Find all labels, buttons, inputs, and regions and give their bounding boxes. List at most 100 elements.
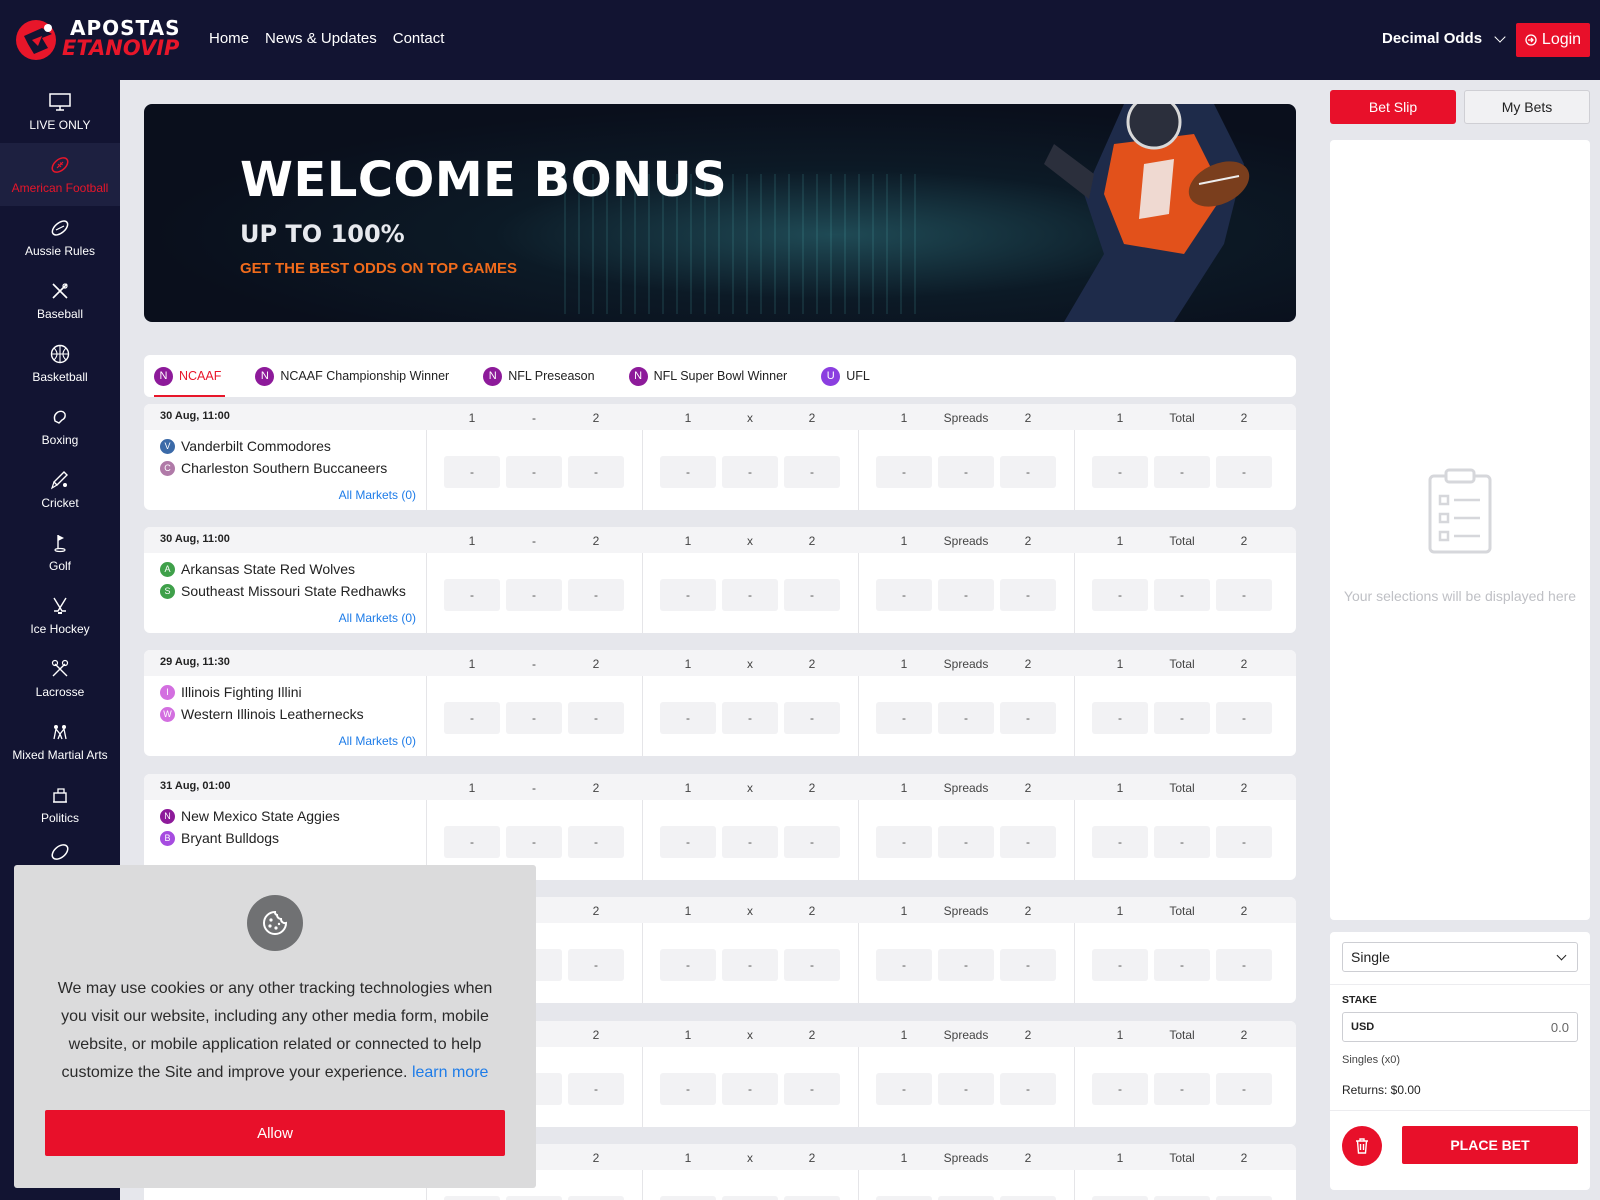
sidebar-item-mixed-martial-arts[interactable]: Mixed Martial Arts: [0, 710, 120, 773]
odds-button[interactable]: -: [506, 702, 562, 734]
odds-format-dropdown[interactable]: Decimal Odds: [1382, 30, 1506, 47]
odds-button[interactable]: -: [722, 1196, 778, 1200]
odds-button[interactable]: -: [876, 456, 932, 488]
odds-button[interactable]: -: [938, 702, 994, 734]
odds-button[interactable]: -: [444, 1196, 500, 1200]
odds-button[interactable]: -: [876, 702, 932, 734]
allow-cookies-button[interactable]: Allow: [45, 1110, 505, 1156]
odds-button[interactable]: -: [938, 456, 994, 488]
odds-button[interactable]: -: [784, 456, 840, 488]
team-away[interactable]: C Charleston Southern Buccaneers: [160, 460, 387, 476]
odds-button[interactable]: -: [1092, 456, 1148, 488]
odds-button[interactable]: -: [444, 579, 500, 611]
odds-button[interactable]: -: [1216, 826, 1272, 858]
clear-bets-button[interactable]: [1342, 1126, 1382, 1166]
odds-button[interactable]: -: [1216, 1196, 1272, 1200]
odds-button[interactable]: -: [938, 1073, 994, 1105]
odds-button[interactable]: -: [1216, 456, 1272, 488]
odds-button[interactable]: -: [506, 579, 562, 611]
odds-button[interactable]: -: [1216, 1073, 1272, 1105]
tab-ncaaf[interactable]: N NCAAF: [154, 355, 239, 397]
odds-button[interactable]: -: [660, 702, 716, 734]
odds-button[interactable]: -: [1154, 949, 1210, 981]
odds-button[interactable]: -: [660, 949, 716, 981]
odds-button[interactable]: -: [1092, 949, 1148, 981]
odds-button[interactable]: -: [722, 579, 778, 611]
tab-nfl-preseason[interactable]: N NFL Preseason: [483, 355, 612, 397]
team-away[interactable]: B Bryant Bulldogs: [160, 830, 279, 846]
sidebar-item-aussie-rules[interactable]: Aussie Rules: [0, 206, 120, 269]
all-markets-link[interactable]: All Markets (0): [336, 734, 416, 748]
odds-button[interactable]: -: [1154, 702, 1210, 734]
odds-button[interactable]: -: [444, 702, 500, 734]
team-home[interactable]: A Arkansas State Red Wolves: [160, 561, 355, 577]
odds-button[interactable]: -: [1000, 826, 1056, 858]
odds-button[interactable]: -: [1000, 702, 1056, 734]
tab-nfl-super-bowl-winner[interactable]: N NFL Super Bowl Winner: [628, 355, 806, 397]
odds-button[interactable]: -: [660, 1073, 716, 1105]
team-home[interactable]: N New Mexico State Aggies: [160, 808, 340, 824]
odds-button[interactable]: -: [1092, 702, 1148, 734]
sidebar-item-live-only[interactable]: LIVE ONLY: [0, 80, 120, 143]
odds-button[interactable]: -: [1154, 826, 1210, 858]
odds-button[interactable]: -: [1216, 579, 1272, 611]
odds-button[interactable]: -: [784, 949, 840, 981]
place-bet-button[interactable]: PLACE BET: [1402, 1126, 1578, 1164]
odds-button[interactable]: -: [722, 1073, 778, 1105]
odds-button[interactable]: -: [1000, 579, 1056, 611]
odds-button[interactable]: -: [722, 949, 778, 981]
odds-button[interactable]: -: [938, 826, 994, 858]
sidebar-item-golf[interactable]: Golf: [0, 521, 120, 584]
odds-button[interactable]: -: [568, 456, 624, 488]
odds-button[interactable]: -: [876, 579, 932, 611]
all-markets-link[interactable]: All Markets (0): [336, 488, 416, 502]
sidebar-item-politics[interactable]: Politics: [0, 773, 120, 836]
odds-button[interactable]: -: [722, 456, 778, 488]
sidebar-item-baseball[interactable]: Baseball: [0, 269, 120, 332]
sidebar-item-lacrosse[interactable]: Lacrosse: [0, 647, 120, 710]
team-away[interactable]: S Southeast Missouri State Redhawks: [160, 583, 406, 599]
welcome-banner[interactable]: WELCOME BONUS UP TO 100% GET THE BEST OD…: [144, 104, 1296, 322]
odds-button[interactable]: -: [1000, 1196, 1056, 1200]
odds-button[interactable]: -: [784, 702, 840, 734]
nav-home[interactable]: Home: [209, 30, 249, 47]
odds-button[interactable]: -: [1216, 702, 1272, 734]
sidebar-item-american-football[interactable]: American Football: [0, 143, 120, 206]
odds-button[interactable]: -: [444, 456, 500, 488]
team-home[interactable]: I Illinois Fighting Illini: [160, 684, 302, 700]
bet-type-select[interactable]: Single: [1342, 942, 1578, 972]
all-markets-link[interactable]: All Markets (0): [336, 611, 416, 625]
team-away[interactable]: W Western Illinois Leathernecks: [160, 706, 364, 722]
odds-button[interactable]: -: [660, 826, 716, 858]
odds-button[interactable]: -: [1000, 1073, 1056, 1105]
odds-button[interactable]: -: [722, 826, 778, 858]
odds-button[interactable]: -: [1000, 949, 1056, 981]
odds-button[interactable]: -: [506, 456, 562, 488]
odds-button[interactable]: -: [1092, 1196, 1148, 1200]
odds-button[interactable]: -: [722, 702, 778, 734]
odds-button[interactable]: -: [1092, 579, 1148, 611]
tab-my-bets[interactable]: My Bets: [1464, 90, 1590, 124]
sidebar-item-cricket[interactable]: Cricket: [0, 458, 120, 521]
odds-button[interactable]: -: [938, 579, 994, 611]
odds-button[interactable]: -: [784, 579, 840, 611]
sidebar-item-ice-hockey[interactable]: Ice Hockey: [0, 584, 120, 647]
stake-input[interactable]: USD 0.0: [1342, 1012, 1578, 1042]
learn-more-link[interactable]: learn more: [412, 1064, 488, 1081]
odds-button[interactable]: -: [506, 1196, 562, 1200]
login-button[interactable]: Login: [1516, 23, 1590, 57]
odds-button[interactable]: -: [1154, 1196, 1210, 1200]
odds-button[interactable]: -: [1000, 456, 1056, 488]
team-home[interactable]: V Vanderbilt Commodores: [160, 438, 331, 454]
odds-button[interactable]: -: [660, 1196, 716, 1200]
tab-bet-slip[interactable]: Bet Slip: [1330, 90, 1456, 124]
odds-button[interactable]: -: [1092, 826, 1148, 858]
odds-button[interactable]: -: [568, 949, 624, 981]
tab-ufl[interactable]: U UFL: [821, 355, 888, 397]
odds-button[interactable]: -: [784, 1196, 840, 1200]
odds-button[interactable]: -: [568, 1196, 624, 1200]
odds-button[interactable]: -: [784, 826, 840, 858]
nav-contact[interactable]: Contact: [393, 30, 445, 47]
odds-button[interactable]: -: [784, 1073, 840, 1105]
odds-button[interactable]: -: [1216, 949, 1272, 981]
